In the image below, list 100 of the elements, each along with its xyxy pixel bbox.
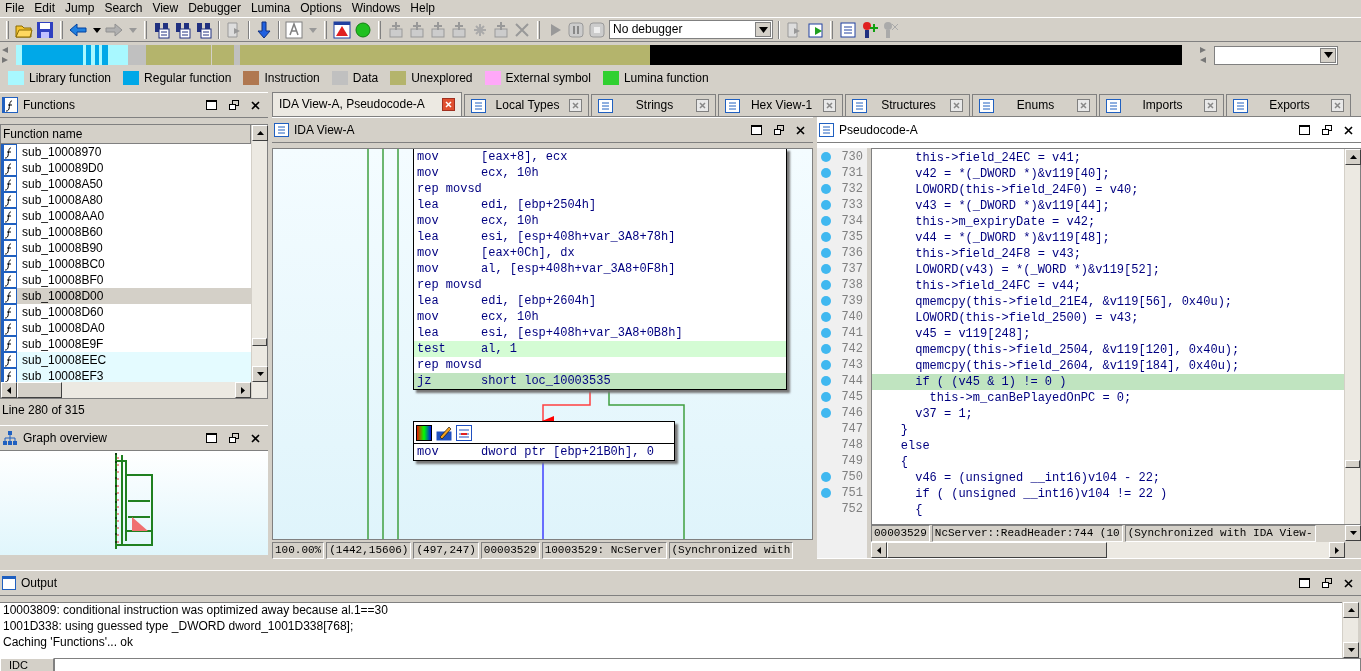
menu-item[interactable]: Search bbox=[99, 1, 148, 16]
close-icon[interactable] bbox=[796, 125, 805, 135]
breakpoint-dot[interactable] bbox=[821, 392, 831, 402]
assembly-line[interactable]: mov dword ptr [ebp+21B0h], 0 bbox=[414, 444, 674, 460]
code-line[interactable]: qmemcpy(this->field_2604, &v119[184], 0x40u); bbox=[872, 358, 1344, 374]
scroll-thumb[interactable] bbox=[252, 338, 267, 346]
tab[interactable]: Enums bbox=[972, 94, 1097, 116]
breakpoint-dot[interactable] bbox=[821, 360, 831, 370]
down-arrow-icon[interactable] bbox=[256, 372, 264, 376]
breakpoint-dot[interactable] bbox=[821, 200, 831, 210]
code-line[interactable]: this->field_24FC = v44; bbox=[872, 278, 1344, 294]
menu-item[interactable]: Windows bbox=[346, 1, 406, 16]
maximize-icon[interactable] bbox=[1299, 578, 1310, 588]
code-line[interactable]: v46 = (unsigned __int16)v104 - 22; bbox=[872, 470, 1344, 486]
assembly-line[interactable]: mov [eax+0Ch], dx bbox=[414, 245, 786, 261]
tab[interactable]: Imports bbox=[1099, 94, 1224, 116]
code-line[interactable]: v43 = *(_DWORD *)&v119[44]; bbox=[872, 198, 1344, 214]
vertical-scrollbar[interactable] bbox=[251, 125, 267, 398]
pause-icon[interactable] bbox=[567, 20, 585, 39]
code-line[interactable]: v44 = *(_DWORD *)&v119[48]; bbox=[872, 230, 1344, 246]
assembly-line[interactable]: rep movsd bbox=[414, 277, 786, 293]
menu-item[interactable]: Edit bbox=[29, 1, 61, 16]
tab[interactable]: Exports bbox=[1226, 94, 1351, 116]
assembly-line[interactable]: lea esi, [esp+408h+var_3A8+0B8h] bbox=[414, 325, 786, 341]
assembly-line[interactable]: mov [eax+8], ecx bbox=[414, 149, 786, 165]
breakpoint-dot[interactable] bbox=[821, 232, 831, 242]
code-line[interactable]: qmemcpy(this->field_2504, &v119[120], 0x40u); bbox=[872, 342, 1344, 358]
maximize-icon[interactable] bbox=[206, 100, 217, 110]
breakpoint-dot[interactable] bbox=[821, 376, 831, 386]
graph-icon[interactable] bbox=[456, 424, 472, 441]
list-icon[interactable] bbox=[839, 20, 857, 39]
restore-icon[interactable] bbox=[774, 125, 784, 135]
breakpoint-dot[interactable] bbox=[821, 312, 831, 322]
scroll-thumb[interactable] bbox=[1345, 460, 1360, 468]
menu-item[interactable]: View bbox=[147, 1, 184, 16]
code-line[interactable]: } bbox=[872, 422, 1344, 438]
assembly-line[interactable]: mov ecx, 10h bbox=[414, 309, 786, 325]
code-line[interactable]: if ( (unsigned __int16)v104 != 22 ) bbox=[872, 486, 1344, 502]
warning-icon[interactable] bbox=[333, 20, 351, 39]
code-line[interactable]: v45 = v119[248]; bbox=[872, 326, 1344, 342]
menu-item[interactable]: Lumina bbox=[245, 1, 296, 16]
save-icon[interactable] bbox=[36, 20, 54, 39]
tab[interactable]: Structures bbox=[845, 94, 970, 116]
maximize-icon[interactable] bbox=[751, 125, 762, 135]
breakpoint-dot[interactable] bbox=[821, 408, 831, 418]
letter-box-icon[interactable] bbox=[285, 20, 303, 39]
breakpoint-dot[interactable] bbox=[821, 184, 831, 194]
breakpoint-dot[interactable] bbox=[821, 344, 831, 354]
up-arrow-icon[interactable] bbox=[1349, 155, 1357, 159]
code-block[interactable] bbox=[413, 149, 787, 390]
color-palette-icon[interactable] bbox=[416, 424, 432, 441]
restore-icon[interactable] bbox=[229, 100, 239, 110]
code-line[interactable]: this->m_expiryDate = v42; bbox=[872, 214, 1344, 230]
code-line[interactable]: LOWORD(this->field_24F0) = v40; bbox=[872, 182, 1344, 198]
breakpoint-dot[interactable] bbox=[821, 216, 831, 226]
code-block[interactable]: mov dword ptr [ebp+21B0h], 0 bbox=[413, 421, 675, 461]
assembly-line[interactable]: rep movsd bbox=[414, 357, 786, 373]
restore-icon[interactable] bbox=[229, 433, 239, 443]
assembly-line[interactable]: lea edi, [ebp+2604h] bbox=[414, 293, 786, 309]
caret-icon[interactable] bbox=[758, 26, 768, 33]
up-arrow-icon[interactable] bbox=[1347, 608, 1355, 612]
breakpoint-dot[interactable] bbox=[821, 248, 831, 258]
close-icon[interactable] bbox=[251, 433, 260, 443]
assembly-line[interactable]: mov ecx, 10h bbox=[414, 213, 786, 229]
assembly-line[interactable]: lea esi, [esp+408h+var_3A8+78h] bbox=[414, 229, 786, 245]
caret-icon[interactable] bbox=[1323, 52, 1333, 58]
menu-item[interactable]: Options bbox=[295, 1, 347, 16]
up-arrow-icon[interactable] bbox=[256, 131, 264, 135]
vertical-scrollbar[interactable] bbox=[1342, 602, 1358, 658]
right-arrow-icon[interactable] bbox=[241, 386, 245, 394]
tab[interactable]: Strings bbox=[591, 94, 716, 116]
restore-icon[interactable] bbox=[1322, 125, 1332, 135]
code-line[interactable]: LOWORD(v43) = *(_WORD *)&v119[52]; bbox=[872, 262, 1344, 278]
tab[interactable]: Local Types bbox=[464, 94, 589, 116]
pencil-icon[interactable] bbox=[436, 424, 452, 441]
close-icon[interactable] bbox=[1344, 125, 1353, 135]
graph-thumbnail-drawing[interactable] bbox=[114, 451, 154, 551]
restore-icon[interactable] bbox=[1322, 578, 1332, 588]
stop-icon[interactable] bbox=[588, 20, 606, 39]
breakpoint-dot[interactable] bbox=[821, 488, 831, 498]
code-line[interactable]: this->m_canBePlayedOnPC = 0; bbox=[872, 390, 1344, 406]
code-line[interactable]: { bbox=[872, 454, 1344, 470]
menu-item[interactable]: File bbox=[0, 1, 30, 16]
scroll-arrows-icon[interactable] bbox=[1198, 45, 1208, 65]
code-line[interactable]: v42 = *(_DWORD *)&v119[40]; bbox=[872, 166, 1344, 182]
maximize-icon[interactable] bbox=[206, 433, 217, 443]
assembly-line[interactable]: lea edi, [ebp+2504h] bbox=[414, 197, 786, 213]
assembly-line[interactable]: mov al, [esp+408h+var_3A8+0F8h] bbox=[414, 261, 786, 277]
down-arrow-icon[interactable] bbox=[255, 20, 273, 39]
right-arrow-icon[interactable] bbox=[1335, 546, 1339, 554]
c-file-icon[interactable] bbox=[806, 20, 824, 39]
down-arrow-icon[interactable] bbox=[1349, 531, 1357, 535]
breakpoint-dot[interactable] bbox=[821, 264, 831, 274]
breakpoint-dot[interactable] bbox=[821, 280, 831, 290]
graph-canvas[interactable] bbox=[272, 148, 813, 540]
breakpoint-dot[interactable] bbox=[821, 296, 831, 306]
left-arrow-icon[interactable] bbox=[7, 386, 11, 394]
tab[interactable]: Hex View-1 bbox=[718, 94, 843, 116]
maximize-icon[interactable] bbox=[1299, 125, 1310, 135]
code-line[interactable]: this->field_24EC = v41; bbox=[872, 150, 1344, 166]
